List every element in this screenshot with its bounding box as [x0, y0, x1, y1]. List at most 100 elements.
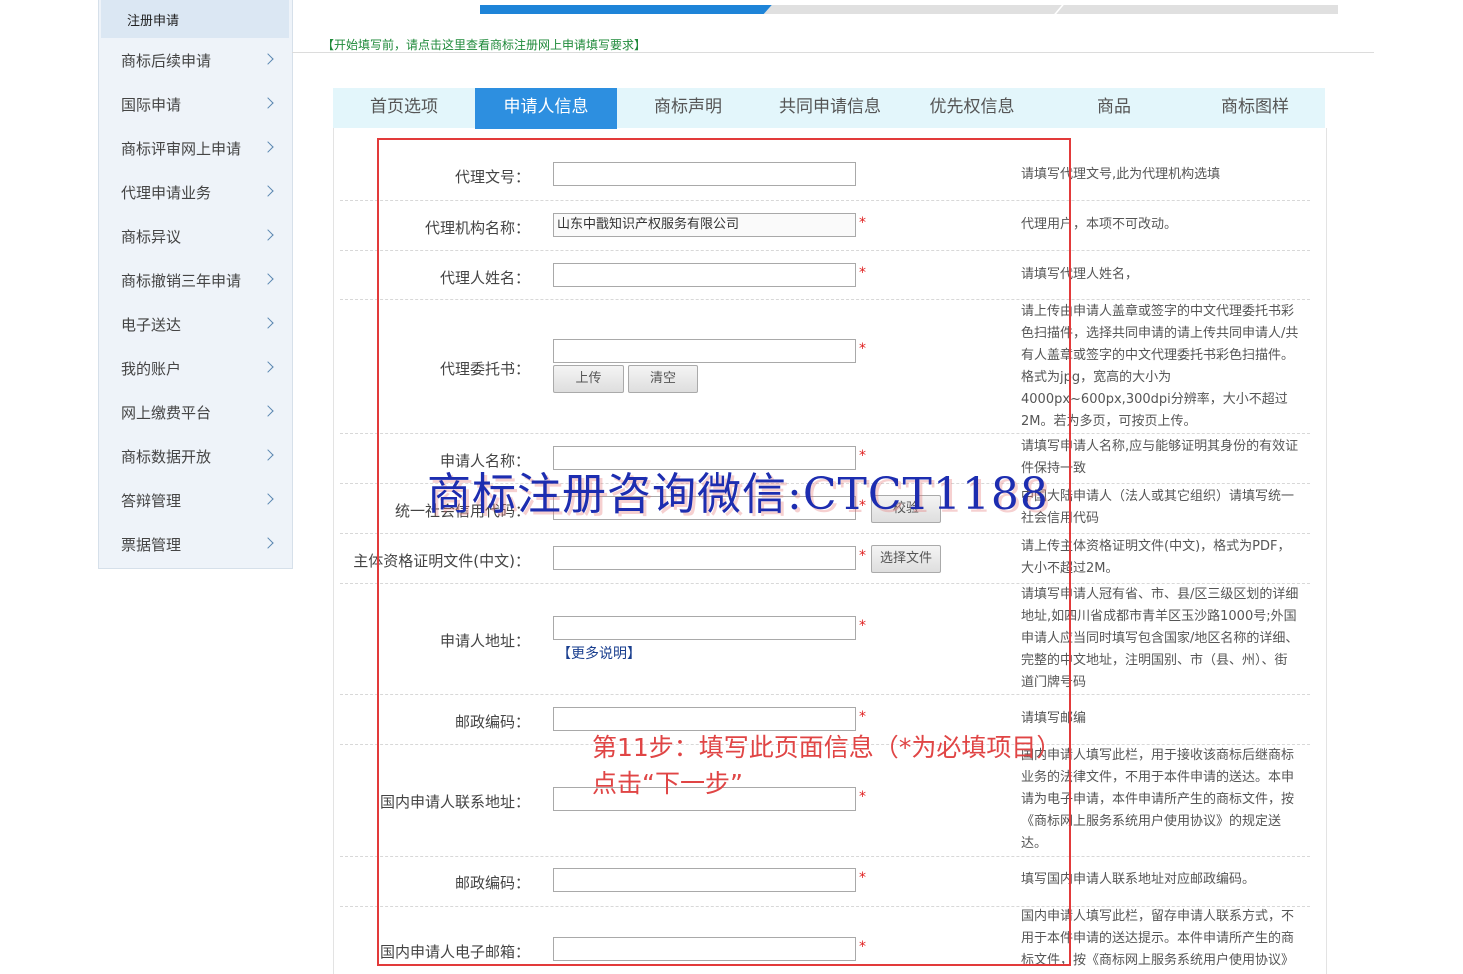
- divider: [292, 52, 1374, 53]
- tab-goods[interactable]: 商品: [1043, 88, 1185, 128]
- hint-line: 完整的中文地址，注明国别、市（县、州）、街: [1021, 653, 1288, 668]
- sidebar-item-payment[interactable]: 网上缴费平台: [99, 390, 291, 434]
- hint-line: 标文件，按《商标网上服务系统用户使用协议》: [1021, 953, 1295, 968]
- contact-postal-code-label: 邮政编码：: [454, 874, 530, 892]
- contact-postal-code-input[interactable]: [553, 868, 856, 892]
- sidebar-item-label: 国际申请: [121, 96, 182, 114]
- form-tabs: 首页选项 申请人信息 商标声明 共同申请信息 优先权信息 商品 商标图样: [333, 88, 1325, 129]
- tab-home-options[interactable]: 首页选项: [333, 88, 475, 128]
- chevron-right-icon: [262, 405, 274, 417]
- agent-name-label: 代理人姓名：: [439, 269, 530, 287]
- sidebar-item-label: 商标撤销三年申请: [121, 272, 242, 290]
- progress-divider: [1054, 5, 1064, 14]
- sidebar-item-e-delivery[interactable]: 电子送达: [99, 302, 291, 346]
- hint-line: 国内申请人填写此栏，留存申请人联系方式，不: [1021, 909, 1295, 924]
- hint-line: 有人盖章或签字的中文代理委托书彩色扫描件。: [1021, 348, 1295, 363]
- chevron-right-icon: [262, 53, 274, 65]
- sidebar-item-revocation[interactable]: 商标撤销三年申请: [99, 258, 291, 302]
- applicant-address-hint: 请填写申请人冠有省、市、县/区三级区划的详细 地址,如四川省成都市青羊区玉沙路1…: [1021, 584, 1323, 694]
- agency-name-input[interactable]: 山东中戬知识产权服务有限公司: [553, 213, 856, 237]
- sidebar-item-label: 商标后续申请: [121, 52, 212, 70]
- sidebar-item-agency[interactable]: 代理申请业务: [99, 170, 291, 214]
- hint-line: 达。: [1021, 836, 1048, 851]
- sidebar-item-account[interactable]: 我的账户: [99, 346, 291, 390]
- sidebar-item-invoice[interactable]: 票据管理: [99, 522, 291, 566]
- qualification-doc-input[interactable]: [553, 546, 856, 570]
- chevron-right-icon: [262, 229, 274, 241]
- hint-line: 用于本件申请的送达提示。本件申请所产生的商: [1021, 931, 1295, 946]
- agent-name-input[interactable]: [553, 263, 856, 287]
- chevron-right-icon: [262, 493, 274, 505]
- power-of-attorney-label: 代理委托书：: [439, 360, 530, 378]
- domestic-email-input[interactable]: [553, 937, 856, 961]
- applicant-address-label: 申请人地址：: [439, 632, 530, 650]
- sidebar-item-review[interactable]: 商标评审网上申请: [99, 126, 291, 170]
- hint-line: 大小不超过2M。: [1021, 561, 1119, 576]
- row-divider: [340, 433, 1310, 434]
- sidebar-item-subsequent[interactable]: 商标后续申请: [99, 38, 291, 82]
- hint-line: 中国大陆申请人（法人或其它组织）请填写统一: [1021, 489, 1295, 504]
- step-progress-fill: [480, 5, 772, 14]
- upload-button[interactable]: 上传: [553, 365, 624, 393]
- hint-line: 请填写申请人冠有省、市、县/区三级区划的详细: [1021, 587, 1299, 602]
- sidebar-item-open-data[interactable]: 商标数据开放: [99, 434, 291, 478]
- tab-joint-application[interactable]: 共同申请信息: [759, 88, 901, 128]
- postal-code-label: 邮政编码：: [454, 713, 530, 731]
- hint-line: 请上传由申请人盖章或签字的中文代理委托书彩: [1021, 304, 1295, 319]
- sidebar-item-label: 答辩管理: [121, 492, 182, 510]
- step-instruction-line: 第11步：填写此页面信息（*为必填项目）: [592, 733, 1062, 762]
- sidebar: 注册申请 商标后续申请 国际申请 商标评审网上申请 代理申请业务 商标异议 商标…: [98, 0, 293, 569]
- domestic-email-hint: 国内申请人填写此栏，留存申请人联系方式，不 用于本件申请的送达提示。本件申请所产…: [1021, 906, 1323, 972]
- chevron-right-icon: [262, 141, 274, 153]
- required-mark: *: [859, 709, 866, 725]
- hint-line: 申请人应当同时填写包含国家/地区名称的详细、: [1021, 631, 1299, 646]
- sidebar-item-opposition[interactable]: 商标异议: [99, 214, 291, 258]
- domestic-email-label: 国内申请人电子邮箱：: [379, 943, 530, 961]
- applicant-address-input[interactable]: [553, 616, 856, 640]
- chevron-right-icon: [262, 185, 274, 197]
- sidebar-item-international[interactable]: 国际申请: [99, 82, 291, 126]
- hint-line: 件保持一致: [1021, 461, 1087, 476]
- required-mark: *: [859, 265, 866, 281]
- clear-button[interactable]: 清空: [628, 365, 698, 393]
- power-of-attorney-input[interactable]: [553, 339, 856, 363]
- hint-line: 地址,如四川省成都市青羊区玉沙路1000号;外国: [1021, 609, 1297, 624]
- sidebar-item-label: 注册申请: [127, 14, 180, 29]
- hint-line: 业务的法律文件，不用于本件申请的送达。本申: [1021, 770, 1295, 785]
- sidebar-item-label: 我的账户: [121, 360, 182, 378]
- hint-line: 国内申请人填写此栏，用于接收该商标后继商标: [1021, 748, 1295, 763]
- chevron-right-icon: [262, 361, 274, 373]
- required-mark: *: [859, 939, 866, 955]
- more-info-link[interactable]: 【更多说明】: [557, 643, 641, 663]
- sidebar-item-label: 代理申请业务: [121, 184, 212, 202]
- row-divider: [340, 533, 1310, 534]
- hint-line: 请为电子申请，本件申请所产生的商标文件，按: [1021, 792, 1295, 807]
- tab-trademark-statement[interactable]: 商标声明: [617, 88, 759, 128]
- domestic-contact-address-label: 国内申请人联系地址：: [379, 793, 530, 811]
- instructions-link[interactable]: 【开始填写前，请点击这里查看商标注册网上申请填写要求】: [322, 36, 646, 53]
- tab-trademark-image[interactable]: 商标图样: [1185, 88, 1325, 128]
- sidebar-item-register[interactable]: 注册申请: [101, 0, 289, 38]
- chevron-right-icon: [262, 97, 274, 109]
- postal-code-input[interactable]: [553, 707, 856, 731]
- sidebar-item-defense[interactable]: 答辩管理: [99, 478, 291, 522]
- step-instruction: 第11步：填写此页面信息（*为必填项目） 点击“下一步”: [592, 730, 1061, 802]
- required-mark: *: [859, 215, 866, 231]
- tab-priority[interactable]: 优先权信息: [901, 88, 1043, 128]
- tab-applicant-info[interactable]: 申请人信息: [475, 88, 617, 129]
- sidebar-item-label: 商标异议: [121, 228, 182, 246]
- row-divider: [340, 299, 1310, 300]
- row-divider: [340, 856, 1310, 857]
- hint-line: 《商标网上服务系统用户使用协议》的规定送: [1021, 814, 1282, 829]
- sidebar-item-label: 电子送达: [121, 316, 182, 334]
- power-of-attorney-hint: 请上传由申请人盖章或签字的中文代理委托书彩 色扫描件，选择共同申请的请上传共同申…: [1021, 301, 1323, 433]
- chevron-right-icon: [262, 273, 274, 285]
- qualification-doc-label: 主体资格证明文件(中文)：: [353, 552, 530, 570]
- choose-file-button[interactable]: 选择文件: [871, 545, 941, 573]
- agency-name-label: 代理机构名称：: [424, 219, 530, 237]
- agent-doc-no-label: 代理文号：: [454, 168, 530, 186]
- sidebar-item-label: 商标数据开放: [121, 448, 212, 466]
- agent-doc-no-input[interactable]: [553, 162, 856, 186]
- agent-name-hint: 请填写代理人姓名，: [1021, 267, 1139, 282]
- agent-doc-no-hint: 请填写代理文号,此为代理机构选填: [1021, 167, 1221, 182]
